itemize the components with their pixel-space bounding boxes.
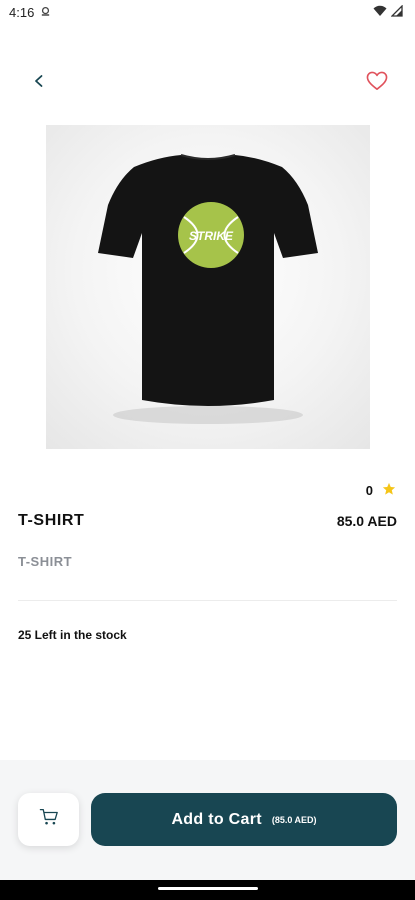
- chevron-left-icon: [32, 74, 46, 93]
- divider: [18, 600, 397, 601]
- notification-icon: [40, 5, 51, 20]
- heart-outline-icon: [366, 71, 388, 96]
- product-price: 85.0 AED: [336, 513, 397, 529]
- image-brand-text: STRIKE: [189, 229, 234, 243]
- rating: 0: [366, 482, 396, 499]
- favorite-button[interactable]: [362, 68, 392, 98]
- cart-icon: [39, 808, 59, 831]
- status-time: 4:16: [9, 4, 35, 20]
- stock-info: 25 Left in the stock: [18, 628, 127, 642]
- system-nav-bar: [0, 880, 415, 900]
- rating-value: 0: [365, 483, 373, 498]
- wifi-icon: [373, 5, 387, 20]
- back-button[interactable]: [24, 68, 54, 98]
- star-icon: [382, 482, 396, 499]
- t-shirt-illustration: STRIKE: [98, 154, 318, 424]
- product-subtitle: T-SHIRT: [18, 554, 73, 569]
- status-left: 4:16: [9, 5, 51, 20]
- status-right: [373, 3, 403, 20]
- title-row: T-SHIRT 85.0 AED: [18, 512, 397, 530]
- add-to-cart-price: (85.0 AED): [271, 814, 317, 825]
- add-to-cart-label: Add to Cart: [171, 810, 262, 828]
- status-bar: 4:16: [0, 0, 415, 24]
- cart-button[interactable]: [18, 793, 79, 846]
- product-image: STRIKE: [46, 125, 370, 449]
- signal-icon: [390, 3, 403, 20]
- add-to-cart-button[interactable]: Add to Cart (85.0 AED): [91, 793, 397, 846]
- product-title: T-SHIRT: [18, 512, 85, 529]
- home-indicator[interactable]: [158, 887, 258, 890]
